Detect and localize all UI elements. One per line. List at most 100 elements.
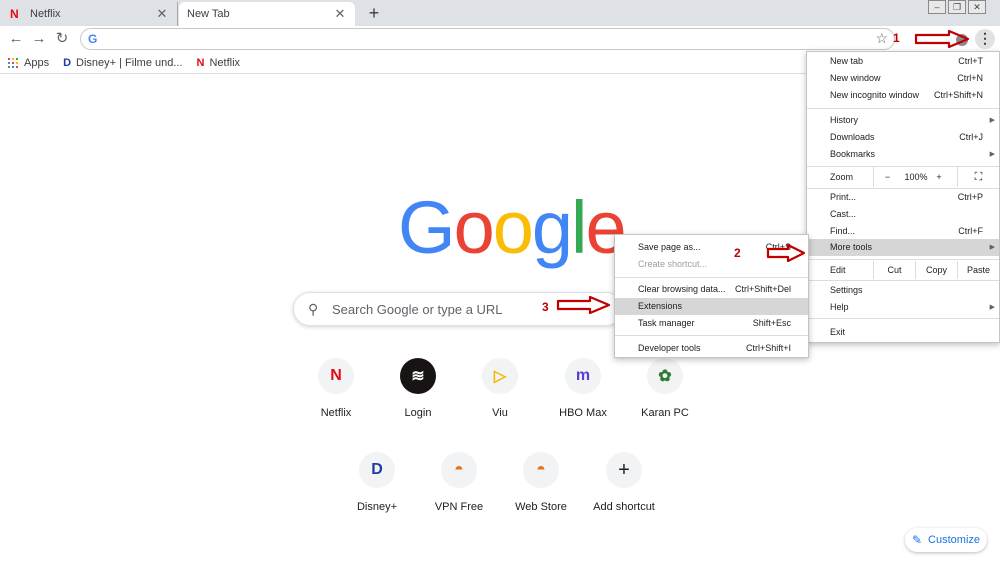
disney-icon: D — [63, 56, 72, 69]
reload-button[interactable]: ↻ — [52, 29, 72, 49]
tab-netflix[interactable]: N Netflix ✕ — [2, 2, 178, 26]
shortcut-karan-pc[interactable]: ✿ Karan PC — [625, 358, 705, 419]
menu-item-help[interactable]: Help ▶ — [807, 299, 999, 316]
annotation-number-1: 1 — [893, 31, 900, 45]
bookmark-star-icon[interactable]: ☆ — [875, 30, 888, 47]
title-bar: N Netflix ✕ New Tab ✕ + – ❐ ✕ — [0, 0, 1000, 26]
logo-letter: G — [398, 186, 456, 269]
shortcut-hbo-max[interactable]: m HBO Max — [543, 358, 623, 419]
menu-item-settings[interactable]: Settings — [807, 282, 999, 299]
toolbar: ← → ↻ G ☆ ⋮ — [0, 26, 1000, 52]
bookmark-disney[interactable]: D Disney+ | Filme und... — [63, 57, 182, 69]
chrome-main-menu: New tab Ctrl+T New window Ctrl+N New inc… — [806, 51, 1000, 343]
annotation-arrow-2 — [766, 244, 806, 262]
menu-item-cast[interactable]: Cast... — [807, 206, 999, 223]
tab-new-tab[interactable]: New Tab ✕ — [179, 2, 355, 26]
address-bar[interactable]: G ☆ — [80, 28, 895, 50]
google-logo: Google — [398, 186, 627, 269]
menu-divider — [615, 277, 808, 278]
menu-item-print[interactable]: Print... Ctrl+P — [807, 189, 999, 206]
submenu-item-clear-browsing[interactable]: Clear browsing data... Ctrl+Shift+Del — [615, 281, 808, 298]
menu-item-bookmarks[interactable]: Bookmarks ▶ — [807, 146, 999, 163]
submenu-item-developer-tools[interactable]: Developer tools Ctrl+Shift+I — [615, 340, 808, 357]
menu-item-label: New tab — [830, 56, 864, 66]
netflix-icon: N — [318, 358, 354, 394]
new-tab-button[interactable]: + — [364, 3, 384, 23]
shortcut-label: Karan PC — [641, 407, 689, 419]
logo-letter: o — [492, 186, 534, 269]
menu-item-new-incognito[interactable]: New incognito window Ctrl+Shift+N — [807, 87, 999, 104]
menu-item-shortcut: Ctrl+Shift+N — [933, 90, 983, 100]
menu-item-label: Create shortcut... — [638, 259, 708, 269]
menu-item-label: Settings — [830, 285, 863, 295]
minimize-button[interactable]: – — [928, 0, 946, 14]
menu-item-new-window[interactable]: New window Ctrl+N — [807, 70, 999, 87]
close-icon[interactable]: ✕ — [155, 6, 169, 22]
shortcut-label: Netflix — [320, 407, 352, 419]
logo-letter: l — [571, 186, 588, 269]
bookmark-label: Apps — [24, 56, 50, 69]
paste-button[interactable]: Paste — [957, 261, 999, 279]
menu-item-label: Task manager — [638, 318, 695, 328]
chevron-right-icon: ▶ — [989, 304, 995, 311]
shortcut-web-store[interactable]: ◓ Web Store — [501, 452, 581, 513]
chevron-right-icon: ▶ — [989, 151, 995, 158]
shortcut-label: Web Store — [515, 501, 567, 513]
bookmark-label: Netflix — [209, 56, 241, 69]
zoom-in-button[interactable]: + — [931, 167, 947, 187]
menu-item-shortcut: Ctrl+Shift+Del — [734, 284, 791, 294]
shortcut-disney[interactable]: D Disney+ — [337, 452, 417, 513]
chevron-right-icon: ▶ — [989, 117, 995, 124]
spotify-icon: ≋ — [400, 358, 436, 394]
customize-label: Customize — [928, 534, 981, 546]
copy-button[interactable]: Copy — [915, 261, 957, 279]
menu-item-label: Cast... — [830, 209, 857, 219]
chevron-right-icon: ▶ — [989, 244, 995, 251]
menu-item-exit[interactable]: Exit — [807, 324, 999, 341]
logo-letter: g — [531, 186, 573, 269]
bookmark-label: Disney+ | Filme und... — [76, 56, 183, 69]
window-close-button[interactable]: ✕ — [968, 0, 986, 14]
maximize-button[interactable]: ❐ — [948, 0, 966, 14]
shortcut-netflix[interactable]: N Netflix — [296, 358, 376, 419]
zoom-out-button[interactable]: − — [873, 167, 901, 187]
menu-divider — [807, 108, 999, 109]
add-shortcut[interactable]: + Add shortcut — [584, 452, 664, 513]
shortcut-vpn-free[interactable]: ◓ VPN Free — [419, 452, 499, 513]
search-placeholder: Search Google or type a URL — [332, 302, 503, 317]
menu-edit-row: Edit Cut Copy Paste — [807, 261, 999, 279]
annotation-arrow-3 — [556, 296, 611, 314]
menu-item-label: More tools — [830, 242, 873, 252]
submenu-item-task-manager[interactable]: Task manager Shift+Esc — [615, 315, 808, 332]
customize-button[interactable]: ✎ Customize — [905, 528, 987, 552]
karan-pc-icon: ✿ — [647, 358, 683, 394]
vpn-free-icon: ◓ — [441, 452, 477, 488]
back-button[interactable]: ← — [6, 29, 26, 49]
menu-item-downloads[interactable]: Downloads Ctrl+J — [807, 129, 999, 146]
menu-item-more-tools[interactable]: More tools ▶ — [807, 239, 999, 256]
shortcut-label: Disney+ — [356, 501, 398, 513]
menu-item-shortcut: Ctrl+J — [959, 132, 983, 142]
plus-icon: + — [606, 452, 642, 488]
submenu-item-extensions[interactable]: Extensions — [615, 298, 808, 315]
chrome-menu-button[interactable]: ⋮ — [975, 29, 995, 49]
menu-item-new-tab[interactable]: New tab Ctrl+T — [807, 53, 999, 70]
menu-item-label: Find... — [830, 226, 856, 236]
disney-icon: D — [359, 452, 395, 488]
zoom-label: Zoom — [830, 172, 854, 182]
cut-button[interactable]: Cut — [873, 261, 915, 279]
shortcut-label: HBO Max — [559, 407, 607, 419]
bookmark-netflix[interactable]: N Netflix — [197, 57, 241, 69]
menu-item-history[interactable]: History ▶ — [807, 112, 999, 129]
close-icon[interactable]: ✕ — [333, 6, 347, 22]
menu-item-find[interactable]: Find... Ctrl+F — [807, 223, 999, 240]
bookmark-apps[interactable]: Apps — [8, 57, 49, 69]
fullscreen-icon[interactable]: ⛶ — [957, 167, 999, 187]
forward-button[interactable]: → — [29, 29, 49, 49]
shortcut-viu[interactable]: ▷ Viu — [460, 358, 540, 419]
search-icon: ⚲ — [308, 301, 319, 317]
shortcut-login[interactable]: ≋ Login — [378, 358, 458, 419]
shortcut-label: VPN Free — [434, 501, 484, 513]
menu-item-label: Save page as... — [638, 242, 701, 252]
menu-item-label: New window — [830, 73, 881, 83]
